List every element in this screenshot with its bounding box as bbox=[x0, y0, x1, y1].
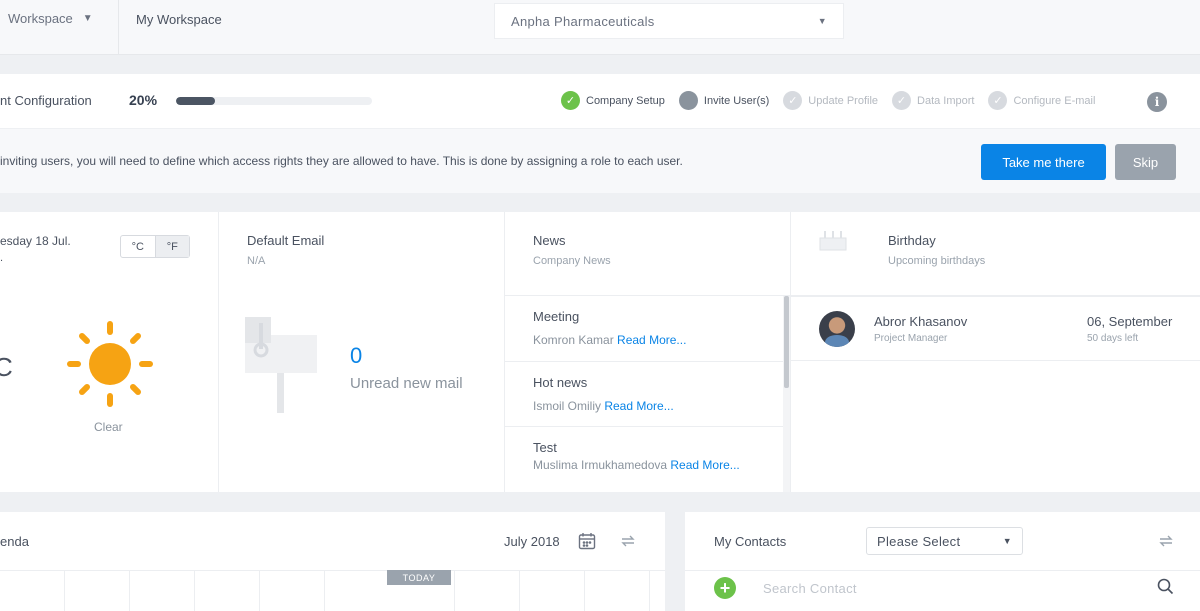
contacts-filter-value: Please Select bbox=[877, 533, 961, 549]
sun-icon bbox=[66, 320, 154, 413]
check-icon: ✓ bbox=[892, 91, 912, 110]
step-label: Data Import bbox=[917, 94, 975, 107]
unit-celsius-button[interactable]: °C bbox=[121, 236, 155, 257]
avatar bbox=[819, 311, 855, 347]
scrollbar-thumb[interactable] bbox=[784, 296, 789, 388]
company-select-value: Anpha Pharmaceuticals bbox=[511, 13, 655, 29]
configuration-percent: 20% bbox=[129, 92, 158, 108]
step-invite-users[interactable]: Invite User(s) bbox=[678, 91, 770, 110]
step-company-setup[interactable]: ✓ Company Setup bbox=[561, 91, 665, 110]
news-widget-title: News bbox=[533, 233, 566, 248]
agenda-title: enda bbox=[0, 534, 29, 549]
news-item[interactable]: Meeting Komron Kamar Read More... bbox=[505, 296, 783, 361]
contacts-filter-select[interactable]: Please Select ▼ bbox=[866, 527, 1023, 555]
birthday-days-left: 50 days left bbox=[1087, 333, 1139, 344]
contacts-panel: My Contacts Please Select ▼ + bbox=[685, 512, 1200, 611]
refresh-icon[interactable] bbox=[1158, 533, 1174, 554]
chevron-down-icon: ▼ bbox=[817, 16, 827, 26]
step-label: Company Setup bbox=[586, 94, 665, 107]
birthday-name: Abror Khasanov bbox=[874, 314, 968, 329]
search-icon[interactable] bbox=[1157, 578, 1174, 600]
unread-mail-label: Unread new mail bbox=[350, 375, 463, 392]
chevron-down-icon: ▼ bbox=[1002, 536, 1012, 546]
news-item-title: Meeting bbox=[533, 309, 580, 324]
current-workspace-link[interactable]: My Workspace bbox=[136, 12, 222, 27]
add-contact-button[interactable]: + bbox=[714, 577, 736, 599]
news-item[interactable]: Test Muslima Irmukhamedova Read More... bbox=[505, 426, 783, 492]
configuration-title: nt Configuration bbox=[0, 93, 92, 108]
birthday-entry[interactable]: Abror Khasanov Project Manager 06, Septe… bbox=[790, 296, 1200, 361]
step-label: Configure E-mail bbox=[1013, 94, 1096, 107]
setup-message-text: inviting users, you will need to define … bbox=[0, 154, 683, 168]
cake-icon bbox=[818, 228, 848, 257]
weather-date: esday 18 Jul. bbox=[0, 234, 71, 248]
contacts-title: My Contacts bbox=[714, 534, 787, 549]
weather-location: . bbox=[0, 252, 4, 264]
email-widget-sub: N/A bbox=[247, 255, 266, 267]
progress-fill bbox=[176, 97, 216, 105]
calendar-icon[interactable] bbox=[578, 532, 596, 555]
configuration-steps: ✓ Company Setup Invite User(s) ✓ Update … bbox=[561, 91, 1095, 110]
agenda-month: July 2018 bbox=[504, 534, 560, 549]
search-contact-input[interactable] bbox=[763, 577, 1143, 599]
step-update-profile[interactable]: ✓ Update Profile bbox=[783, 91, 878, 110]
step-label: Invite User(s) bbox=[703, 94, 770, 107]
check-icon: ✓ bbox=[783, 91, 803, 110]
today-column[interactable] bbox=[387, 585, 451, 611]
divider bbox=[118, 0, 119, 55]
info-icon[interactable]: i bbox=[1147, 92, 1167, 112]
today-badge: TODAY bbox=[387, 570, 451, 585]
agenda-panel: enda July 2018 TODAY bbox=[0, 512, 665, 611]
news-item-author: Muslima Irmukhamedova bbox=[533, 458, 668, 472]
read-more-link[interactable]: Read More... bbox=[670, 458, 739, 472]
step-configure-email[interactable]: ✓ Configure E-mail bbox=[988, 91, 1095, 110]
check-icon: ✓ bbox=[561, 91, 580, 110]
news-widget-sub: Company News bbox=[533, 255, 611, 267]
news-scrollbar[interactable] bbox=[783, 296, 790, 492]
temperature-value: C bbox=[0, 352, 13, 382]
workspace-switcher[interactable]: Workspace ▼ bbox=[8, 11, 93, 26]
news-item-author: Komron Kamar bbox=[533, 333, 614, 347]
top-bar: Workspace ▼ My Workspace Anpha Pharmaceu… bbox=[0, 0, 1200, 55]
weather-condition: Clear bbox=[94, 420, 123, 434]
step-label: Update Profile bbox=[808, 94, 879, 107]
news-item-meta: Komron Kamar Read More... bbox=[533, 332, 763, 348]
divider bbox=[218, 212, 219, 492]
configuration-bar: nt Configuration 20% ✓ Company Setup Inv… bbox=[0, 74, 1200, 129]
check-icon: ✓ bbox=[988, 91, 1008, 110]
take-me-there-button[interactable]: Take me there bbox=[981, 144, 1106, 180]
news-item-meta: Ismoil Omiliy Read More... bbox=[533, 398, 763, 414]
news-item-author: Ismoil Omiliy bbox=[533, 399, 601, 413]
agenda-calendar-grid bbox=[0, 570, 665, 611]
chevron-down-icon: ▼ bbox=[82, 13, 93, 24]
news-item[interactable]: Hot news Ismoil Omiliy Read More... bbox=[505, 361, 783, 426]
read-more-link[interactable]: Read More... bbox=[617, 333, 686, 347]
unread-mail-count: 0 bbox=[350, 343, 363, 368]
circle-icon bbox=[678, 91, 698, 110]
skip-button[interactable]: Skip bbox=[1115, 144, 1176, 180]
configuration-progress-bar bbox=[176, 97, 372, 105]
news-item-title: Test bbox=[533, 440, 557, 455]
step-data-import[interactable]: ✓ Data Import bbox=[892, 91, 974, 110]
mailbox-icon bbox=[245, 313, 319, 420]
birthday-widget-sub: Upcoming birthdays bbox=[888, 255, 986, 267]
company-select[interactable]: Anpha Pharmaceuticals ▼ bbox=[494, 3, 844, 39]
birthday-date: 06, September bbox=[1087, 314, 1173, 329]
workspace-switcher-label: Workspace bbox=[8, 11, 73, 26]
news-item-title: Hot news bbox=[533, 375, 588, 390]
read-more-link[interactable]: Read More... bbox=[604, 399, 673, 413]
unit-fahrenheit-button[interactable]: °F bbox=[154, 236, 189, 257]
refresh-icon[interactable] bbox=[620, 533, 636, 554]
contacts-search-bar: + bbox=[685, 570, 1200, 611]
birthday-role: Project Manager bbox=[874, 333, 948, 344]
email-widget-title: Default Email bbox=[247, 233, 325, 248]
birthday-widget-title: Birthday bbox=[888, 233, 936, 248]
temperature-unit-toggle[interactable]: °C °F bbox=[120, 235, 190, 258]
news-item-meta: Muslima Irmukhamedova Read More... bbox=[533, 457, 763, 473]
